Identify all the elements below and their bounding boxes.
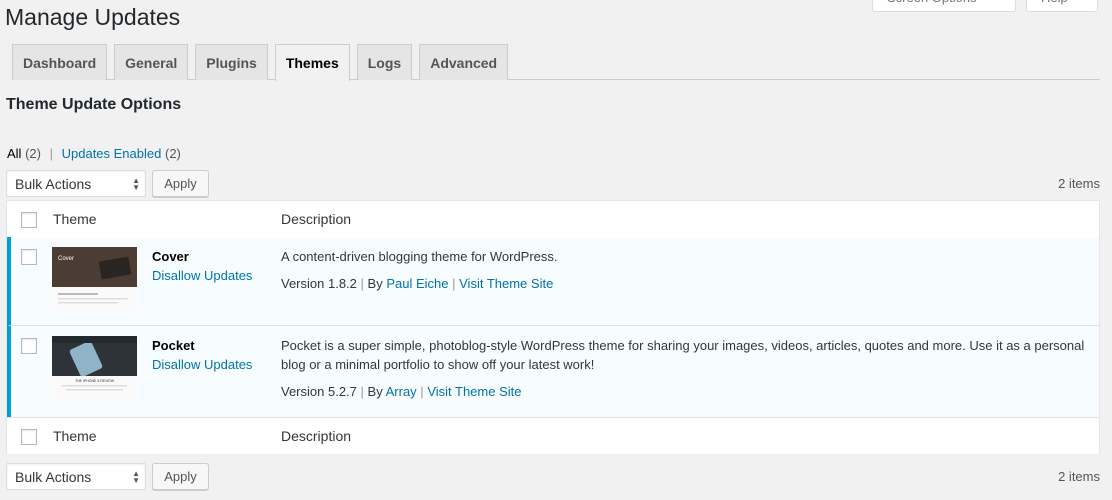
tab-general[interactable]: General xyxy=(114,44,189,80)
table-header: Theme Description xyxy=(7,201,1099,238)
author-link[interactable]: Array xyxy=(386,384,417,399)
table-footer: Theme Description xyxy=(7,417,1099,454)
visit-theme-site-link[interactable]: Visit Theme Site xyxy=(427,384,521,399)
tab-advanced[interactable]: Advanced xyxy=(419,44,509,80)
bulk-actions-select[interactable]: Bulk Actions ▲ ▼ xyxy=(6,170,146,197)
bulk-actions-label: Bulk Actions xyxy=(15,175,92,192)
theme-meta: Version 1.8.2 | By Paul Eiche | Visit Th… xyxy=(281,276,554,291)
author-link[interactable]: Paul Eiche xyxy=(386,276,448,291)
filter-all-count: (2) xyxy=(25,146,41,161)
items-count: 2 items xyxy=(1058,176,1100,191)
apply-button[interactable]: Apply xyxy=(152,463,209,490)
filter-links: All (2) | Updates Enabled (2) xyxy=(7,146,181,161)
help-button[interactable]: Help xyxy=(1026,0,1098,12)
screen-meta-links: Screen Options Help xyxy=(872,0,1098,12)
select-all-checkbox[interactable] xyxy=(21,429,37,445)
cover-thumbnail-image: Cover xyxy=(52,247,137,311)
tab-plugins[interactable]: Plugins xyxy=(195,44,268,80)
theme-thumbnail: Cover xyxy=(52,247,137,311)
theme-name: Cover xyxy=(152,249,189,264)
select-all-checkbox[interactable] xyxy=(21,212,37,228)
items-count: 2 items xyxy=(1058,469,1100,484)
theme-meta: Version 5.2.7 | By Array | Visit Theme S… xyxy=(281,384,522,399)
filter-updates-enabled[interactable]: Updates Enabled xyxy=(62,146,162,161)
bulk-actions-label: Bulk Actions xyxy=(15,468,92,485)
screen-options-button[interactable]: Screen Options xyxy=(872,0,1016,12)
column-theme[interactable]: Theme xyxy=(53,211,97,227)
tab-logs[interactable]: Logs xyxy=(356,44,413,80)
section-title: Theme Update Options xyxy=(6,96,182,113)
by-label: By xyxy=(367,384,383,399)
thumb-title: Cover xyxy=(58,256,74,262)
tablenav-top: Bulk Actions ▲ ▼ Apply 2 items xyxy=(6,170,1100,197)
theme-thumbnail: THE IPHONE 6 REVIEW xyxy=(52,336,137,400)
pocket-thumbnail-image: THE IPHONE 6 REVIEW xyxy=(52,336,137,400)
theme-description: A content-driven blogging theme for Word… xyxy=(281,249,558,264)
filter-all[interactable]: All xyxy=(7,146,21,161)
select-arrows-icon: ▲ ▼ xyxy=(132,469,140,485)
theme-description: Pocket is a super simple, photoblog-styl… xyxy=(281,338,1085,372)
theme-name: Pocket xyxy=(152,338,195,353)
tablenav-bottom: Bulk Actions ▲ ▼ Apply 2 items xyxy=(6,463,1100,490)
apply-button[interactable]: Apply xyxy=(152,170,209,197)
column-description: Description xyxy=(281,211,352,227)
filter-enabled-count: (2) xyxy=(164,146,181,161)
bulk-actions-select[interactable]: Bulk Actions ▲ ▼ xyxy=(6,463,146,490)
column-description: Description xyxy=(281,428,352,444)
row-checkbox[interactable] xyxy=(21,249,37,265)
table-row: THE IPHONE 6 REVIEW Pocket Disallow Upda… xyxy=(7,326,1099,417)
column-theme[interactable]: Theme xyxy=(53,428,97,444)
disallow-updates-link[interactable]: Disallow Updates xyxy=(152,357,252,372)
select-arrows-icon: ▲ ▼ xyxy=(132,176,140,192)
filter-separator: | xyxy=(49,146,53,161)
disallow-updates-link[interactable]: Disallow Updates xyxy=(152,268,252,283)
page-title: Manage Updates xyxy=(5,4,181,30)
tab-themes[interactable]: Themes xyxy=(274,44,350,81)
thumb-title: THE IPHONE 6 REVIEW xyxy=(75,379,115,383)
row-checkbox[interactable] xyxy=(21,338,37,354)
theme-version: Version 1.8.2 xyxy=(281,276,357,291)
nav-tabs: Dashboard General Plugins Themes Logs Ad… xyxy=(12,44,1100,81)
visit-theme-site-link[interactable]: Visit Theme Site xyxy=(459,276,553,291)
table-row: Cover Cover Disallow Updates A content-d… xyxy=(7,237,1099,326)
theme-version: Version 5.2.7 xyxy=(281,384,357,399)
tab-dashboard[interactable]: Dashboard xyxy=(12,44,108,80)
by-label: By xyxy=(367,276,383,291)
themes-table: Theme Description Cover Cover Disallow U… xyxy=(6,200,1100,454)
